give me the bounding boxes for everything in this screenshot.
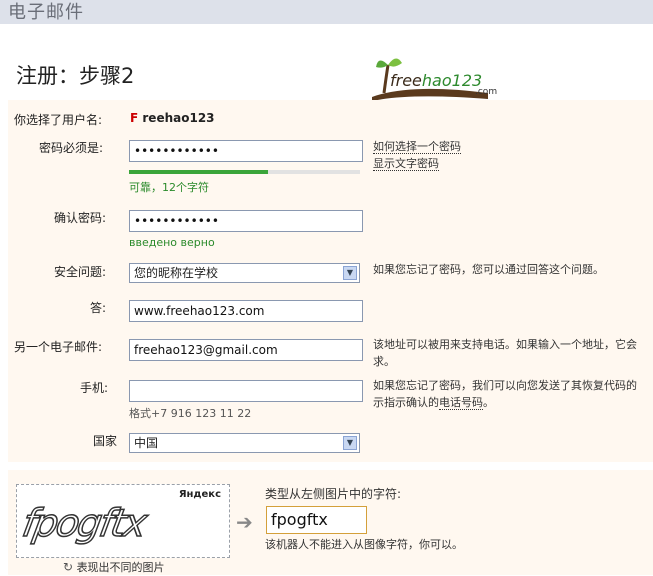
chevron-down-icon[interactable]: ▼	[343, 266, 357, 280]
answer-input[interactable]: www.freehao123.com	[129, 300, 363, 322]
how-to-choose-password-link[interactable]: 如何选择一个密码	[373, 140, 461, 154]
logo-text: freehao123	[390, 71, 483, 90]
password-label: 密码必须是:	[39, 141, 104, 155]
security-question-label: 安全问题:	[54, 265, 107, 279]
phone-format: 格式+7 916 123 11 22	[129, 407, 252, 420]
username-value: F reehao123	[130, 111, 215, 125]
phone-label: 手机:	[80, 381, 109, 395]
alt-email-hint: 该地址可以被用来支持电话。如果输入一个地址，它会 求。	[373, 338, 637, 368]
captcha-prompt: 类型从左侧图片中的字符:	[265, 487, 402, 501]
alt-email-label: 另一个电子邮件:	[14, 340, 103, 354]
page-title: 注册：步骤2	[16, 64, 135, 88]
confirm-password-input[interactable]: ••••••••••••	[129, 210, 363, 232]
security-question-select[interactable]: 您的昵称在学校 ▼	[129, 263, 360, 283]
refresh-icon: ↻	[63, 560, 74, 574]
refresh-captcha-link[interactable]: ↻ 表现出不同的图片	[63, 559, 165, 576]
captcha-text: fpogftx	[18, 500, 149, 546]
password-help-links: 如何选择一个密码 显示文字密码	[373, 138, 461, 172]
confirm-status: введено верно	[129, 236, 215, 249]
password-strength-text: 可靠，12个字符	[129, 181, 209, 194]
captcha-image: Яндекс fpogftx	[16, 484, 230, 558]
chevron-down-icon[interactable]: ▼	[343, 436, 357, 450]
captcha-brand: Яндекс	[178, 489, 221, 500]
password-strength-fill	[129, 170, 268, 174]
logo-suffix: .com	[475, 87, 498, 97]
security-question-hint: 如果您忘记了密码，您可以通过回答这个问题。	[373, 263, 604, 276]
confirm-label: 确认密码:	[54, 211, 107, 225]
username-label: 你选择了用户名:	[14, 113, 103, 127]
top-bar: 电子邮件	[0, 0, 653, 24]
phone-hint: 如果您忘记了密码，我们可以向您发送了其恢复代码的 示指示确认的电话号码。	[373, 379, 637, 410]
alt-email-input[interactable]: freehao123@gmail.com	[129, 339, 363, 361]
country-select[interactable]: 中国 ▼	[129, 433, 360, 453]
captcha-input[interactable]: fpogftx	[266, 506, 367, 534]
header-title: 电子邮件	[8, 2, 84, 23]
answer-label: 答:	[90, 301, 107, 315]
security-question-value: 您的昵称在学校	[134, 266, 219, 280]
country-label: 国家	[93, 434, 118, 448]
arrow-right-icon: ➔	[236, 510, 253, 534]
password-input[interactable]: ••••••••••••	[129, 140, 363, 162]
phone-input[interactable]	[129, 380, 363, 402]
captcha-note: 该机器人不能进入从图像字符，你可以。	[265, 538, 463, 551]
show-password-link[interactable]: 显示文字密码	[373, 157, 439, 171]
phone-number-link[interactable]: 电话号码	[439, 396, 483, 410]
password-strength-bar	[129, 170, 360, 174]
country-value: 中国	[134, 436, 159, 450]
freehao123-logo: freehao123 .com	[370, 53, 500, 103]
